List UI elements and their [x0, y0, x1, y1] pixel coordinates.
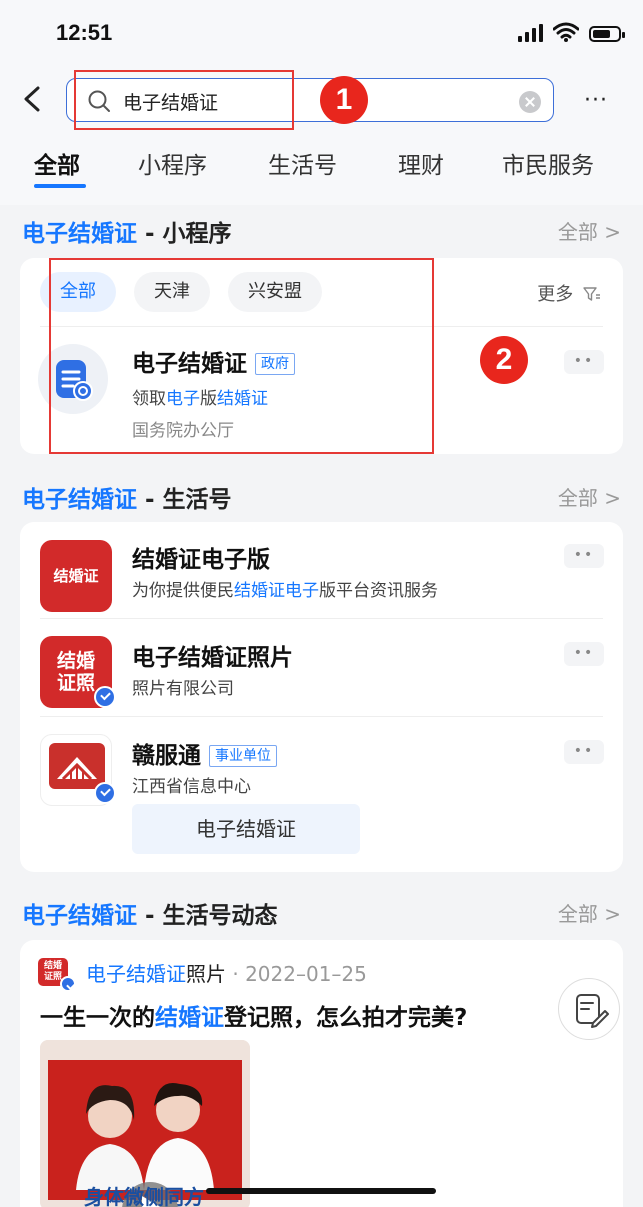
lifeaccount-desc-3: 江西省信息中心: [132, 777, 251, 797]
section-all-link-feed[interactable]: 全部 >: [558, 898, 621, 927]
category-tabs: 全部 小程序 生活号 理财 市民服务: [0, 146, 643, 190]
tab-civic-services[interactable]: 市民服务: [502, 146, 594, 180]
feed-card: 结婚 证照 电子结婚证照片 · 2022–01–25 一生一次的结婚证登记照，怎…: [20, 940, 623, 1207]
more-filter-button[interactable]: 更多: [537, 280, 601, 306]
feed-post-image[interactable]: 身体微侧同方: [40, 1040, 250, 1207]
edit-note-icon: [576, 994, 609, 1028]
lifeaccount-more-button-3[interactable]: ••: [564, 740, 604, 764]
section-all-link-lifeaccount[interactable]: 全部 >: [558, 482, 621, 511]
back-arrow-icon[interactable]: [18, 82, 50, 116]
divider: [40, 716, 603, 717]
floating-feedback-button[interactable]: [558, 978, 620, 1040]
battery-icon: [589, 26, 625, 42]
section-title-lifeaccount: 电子结婚证 - 生活号: [22, 487, 232, 513]
status-icons: [518, 22, 625, 42]
verified-badge-icon: [94, 782, 116, 804]
tab-lifeaccount[interactable]: 生活号: [268, 146, 337, 180]
section-title-miniapp: 电子结婚证 - 小程序: [22, 221, 232, 247]
more-menu-button[interactable]: ···: [584, 88, 608, 113]
tab-all[interactable]: 全部: [34, 146, 80, 180]
feed-image-caption: 身体微侧同方: [84, 1185, 204, 1207]
annotation-badge-1: 1: [320, 76, 368, 124]
tab-finance[interactable]: 理财: [398, 146, 444, 180]
annotation-box-2: [49, 258, 434, 454]
annotation-badge-2: 2: [480, 336, 528, 384]
status-time: 12:51: [56, 20, 113, 45]
tab-active-indicator: [34, 184, 86, 188]
lifeaccount-title-3[interactable]: 赣服通 事业单位: [132, 736, 277, 770]
lifeaccount-logo-1[interactable]: 结婚证: [40, 540, 112, 612]
feed-date: · 2022–01–25: [226, 962, 367, 986]
lifeaccount-title-2[interactable]: 电子结婚证照片: [132, 638, 293, 672]
lifeaccount-more-button-2[interactable]: ••: [564, 642, 604, 666]
signal-icon: [518, 24, 543, 42]
institution-tag: 事业单位: [209, 745, 277, 767]
miniapp-more-button[interactable]: ••: [564, 350, 604, 374]
lifeaccount-desc-1: 为你提供便民结婚证电子版平台资讯服务: [132, 581, 438, 601]
sub-service-button[interactable]: 电子结婚证: [132, 804, 360, 854]
feed-source[interactable]: 电子结婚证照片 · 2022–01–25: [86, 958, 367, 987]
feed-post-title[interactable]: 一生一次的结婚证登记照，怎么拍才完美?: [40, 998, 467, 1032]
lifeaccount-title-1[interactable]: 结婚证电子版: [132, 540, 270, 574]
verified-badge-icon: [94, 686, 116, 708]
lifeaccount-desc-2: 照片有限公司: [132, 679, 234, 699]
tab-miniprogram[interactable]: 小程序: [138, 146, 207, 180]
lifeaccount-card: 结婚证 结婚证电子版 为你提供便民结婚证电子版平台资讯服务 •• 结婚 证照 电…: [20, 522, 623, 872]
section-all-link-miniapp[interactable]: 全部 >: [558, 216, 621, 245]
annotation-box-1: [74, 70, 294, 130]
divider: [40, 618, 603, 619]
filter-icon: [583, 287, 600, 301]
wifi-icon: [553, 22, 579, 42]
section-title-feed: 电子结婚证 - 生活号动态: [22, 903, 278, 929]
lifeaccount-more-button-1[interactable]: ••: [564, 544, 604, 568]
verified-badge-icon: [60, 976, 76, 992]
home-indicator[interactable]: [206, 1188, 436, 1194]
clear-icon[interactable]: [519, 91, 541, 113]
